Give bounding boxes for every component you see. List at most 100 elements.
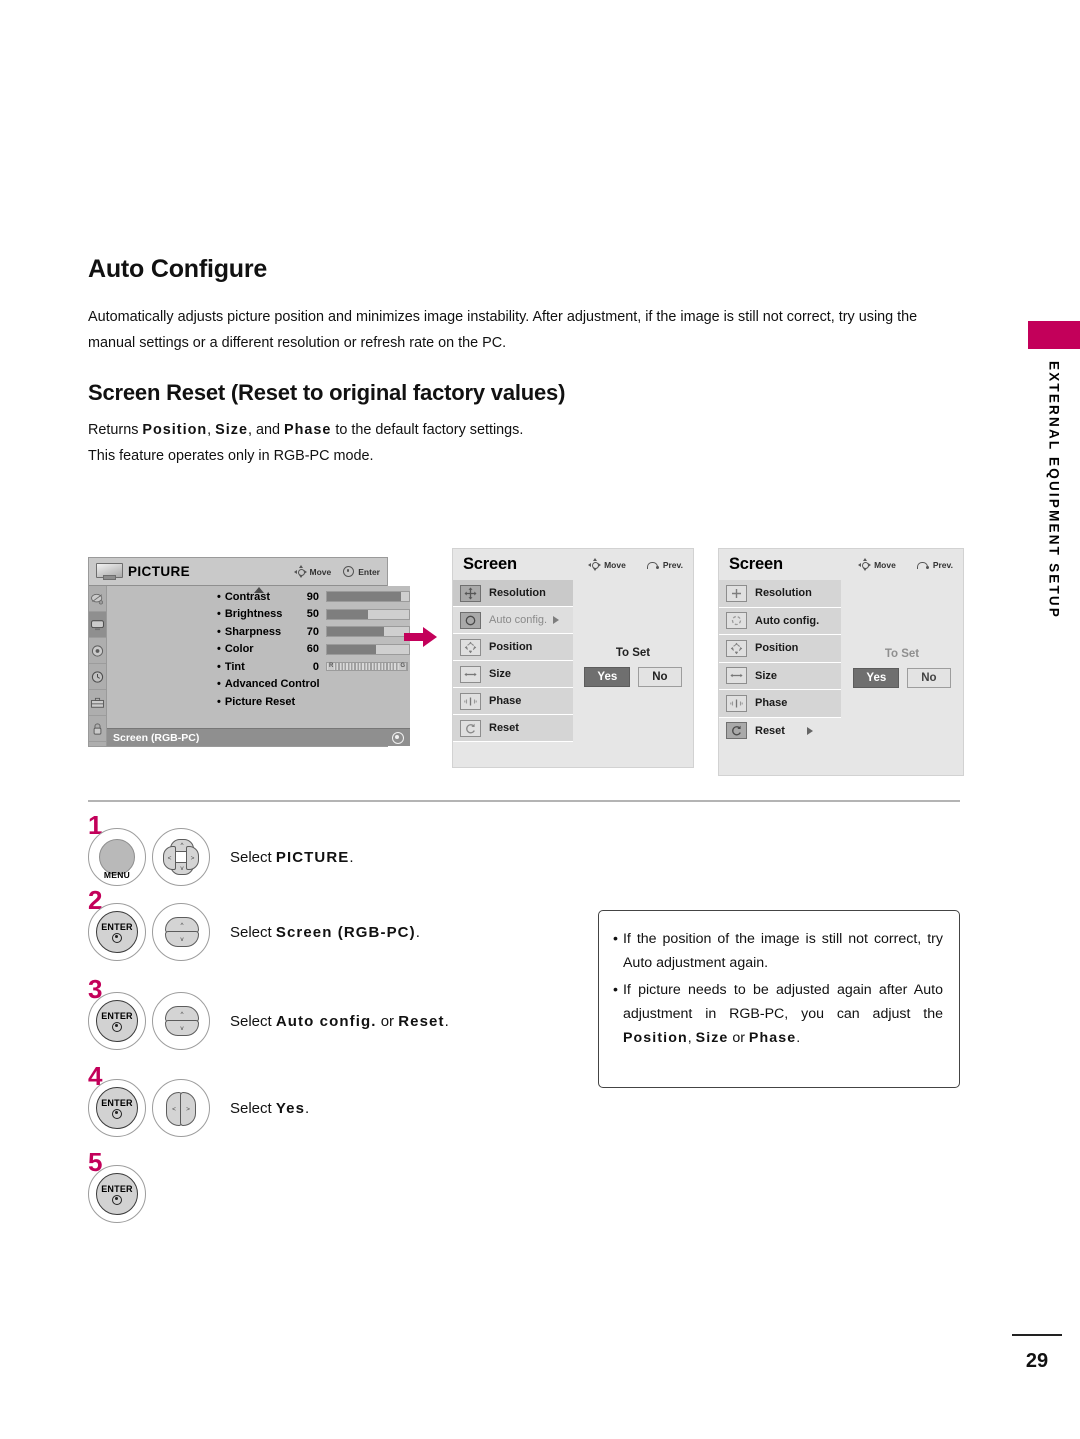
row-value: 60: [306, 643, 319, 656]
screen-item-label: Auto config.: [755, 614, 820, 627]
picture-row-tint[interactable]: Tint 0 R G: [107, 658, 410, 676]
picture-row-sharpness[interactable]: Sharpness 70: [107, 623, 410, 641]
to-set-label: To Set: [884, 647, 920, 660]
size-icon: [460, 665, 481, 683]
yes-no-group: Yes No: [853, 667, 951, 688]
row-value: 0: [312, 660, 319, 673]
screen-item-auto-config[interactable]: Auto config.: [719, 607, 841, 635]
nb2-position: Position: [622, 1030, 688, 1046]
yes-button[interactable]: Yes: [853, 667, 900, 688]
sidebar-item-option[interactable]: [89, 690, 106, 716]
no-button[interactable]: No: [638, 666, 682, 687]
picture-row-brightness[interactable]: Brightness 50: [107, 606, 410, 624]
remote-leftright-pad[interactable]: < >: [152, 1079, 210, 1137]
osd-screen-menu-reset: Screen Move Prev. Resolution Auto config…: [718, 548, 964, 776]
menu-button-label: MENU: [103, 870, 131, 880]
screen-item-position[interactable]: Position: [453, 634, 573, 661]
picture-menu-header: PICTURE Move Enter: [89, 558, 387, 586]
picture-row-color[interactable]: Color 60: [107, 641, 410, 659]
row-slider[interactable]: [326, 591, 410, 603]
picture-menu-footer-item[interactable]: Screen (RGB-PC): [107, 728, 410, 746]
nb2-size: Size: [695, 1030, 729, 1046]
step-text-bold: PICTURE: [275, 848, 350, 866]
sidebar-item-setup[interactable]: [89, 586, 106, 612]
auto-config-icon: [460, 611, 481, 629]
row-slider[interactable]: [326, 608, 410, 620]
remote-updown-pad[interactable]: ^ v: [152, 903, 210, 961]
step-text-mid: or: [376, 1012, 399, 1030]
remote-4way-pad[interactable]: ^ v < >: [152, 828, 210, 886]
screen-a-title: Screen: [463, 555, 517, 573]
screen-item-resolution[interactable]: Resolution: [719, 580, 841, 608]
size-icon: [726, 667, 747, 685]
section-tab-text-wrap: EXTERNAL EQUIPMENT SETUP: [1028, 361, 1080, 661]
screen-item-phase[interactable]: Phase: [719, 690, 841, 718]
note-bullet-2: • If picture needs to be adjusted again …: [613, 978, 943, 1050]
sr-post: to the default factory settings.: [331, 422, 524, 438]
remote-menu-button[interactable]: MENU: [88, 828, 146, 886]
dpad-vertical: ^ v: [157, 997, 205, 1045]
remote-updown-pad[interactable]: ^ v: [152, 992, 210, 1050]
remote-enter-button[interactable]: ENTER: [88, 992, 146, 1050]
yes-button[interactable]: Yes: [584, 666, 631, 687]
screen-item-size[interactable]: Size: [719, 662, 841, 690]
picture-row-advanced-control[interactable]: Advanced Control: [107, 676, 410, 694]
remote-enter-button[interactable]: ENTER: [88, 903, 146, 961]
enter-knob: ENTER: [96, 1087, 138, 1129]
move-icon: [588, 558, 602, 571]
section-tab-label: EXTERNAL EQUIPMENT SETUP: [1046, 361, 1062, 620]
screen-a-item-list: Resolution Auto config. Position Size Ph…: [453, 580, 573, 767]
picture-menu-body: Contrast 90 Brightness 50 Sharpness 70 C…: [89, 586, 410, 746]
screen-item-reset[interactable]: Reset: [719, 717, 841, 744]
screen-item-label: Phase: [755, 697, 788, 710]
hint-move-label: Move: [309, 566, 332, 577]
dpad-right[interactable]: >: [180, 1092, 196, 1126]
step-5: 5 ENTER: [88, 1149, 146, 1223]
sidebar-item-lock[interactable]: [89, 716, 106, 742]
sr-bold-phase: Phase: [283, 422, 332, 438]
heading-screen-reset: Screen Reset (Reset to original factory …: [88, 379, 566, 405]
row-slider[interactable]: [326, 643, 410, 655]
dpad-down[interactable]: v: [165, 931, 199, 947]
hint-prev: Prev.: [646, 559, 683, 570]
remote-enter-button[interactable]: ENTER: [88, 1079, 146, 1137]
tint-right-label: G: [399, 663, 406, 671]
screen-item-auto-config[interactable]: Auto config.: [453, 607, 573, 634]
hint-prev-label: Prev.: [662, 559, 683, 570]
chevron-right-icon: [553, 616, 560, 624]
remote-enter-button[interactable]: ENTER: [88, 1165, 146, 1223]
row-label: Brightness: [217, 608, 295, 620]
sidebar-item-picture[interactable]: [89, 612, 106, 638]
row-label: Tint: [217, 661, 295, 673]
screen-b-hints: Move Prev.: [858, 558, 953, 571]
sr-bold-size: Size: [215, 422, 248, 438]
picture-menu-title: PICTURE: [128, 564, 191, 579]
bullet-icon: •: [613, 982, 618, 998]
hint-move: Move: [588, 558, 626, 571]
dpad-left[interactable]: <: [163, 846, 176, 870]
prev-icon: [916, 560, 929, 570]
screen-item-phase[interactable]: Phase: [453, 688, 573, 715]
screen-item-position[interactable]: Position: [719, 635, 841, 663]
dpad-right[interactable]: >: [186, 846, 199, 870]
dpad-4way: ^ v < >: [158, 834, 204, 880]
dpad-down[interactable]: v: [165, 1020, 199, 1036]
sidebar-item-time[interactable]: [89, 664, 106, 690]
sr-pre: Returns: [88, 422, 143, 438]
nb2-a: If picture needs to be adjusted again af…: [622, 982, 943, 1022]
hint-enter: Enter: [343, 566, 380, 577]
screen-item-reset[interactable]: Reset: [453, 715, 573, 742]
lock-icon: [93, 722, 102, 735]
row-tint-slider[interactable]: R G: [326, 662, 408, 672]
screen-item-resolution[interactable]: Resolution: [453, 580, 573, 607]
row-slider[interactable]: [326, 626, 410, 638]
no-button[interactable]: No: [907, 667, 951, 688]
hint-prev-label: Prev.: [932, 559, 953, 570]
picture-row-picture-reset[interactable]: Picture Reset: [107, 693, 410, 711]
step-text-bold: Yes: [275, 1099, 306, 1117]
hint-move-label: Move: [604, 559, 626, 570]
screen-b-body: Resolution Auto config. Position Size Ph…: [719, 580, 963, 775]
screen-item-size[interactable]: Size: [453, 661, 573, 688]
sidebar-item-audio[interactable]: [89, 638, 106, 664]
enter-button-label: ENTER: [101, 1010, 133, 1021]
